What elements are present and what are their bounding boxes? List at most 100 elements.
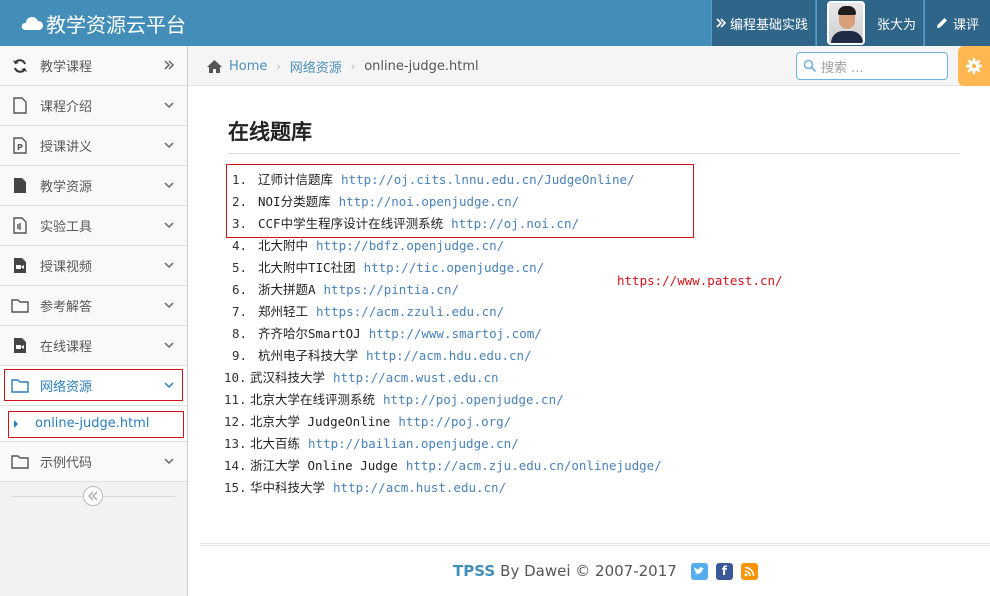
sidebar-item-label: 授课讲义 xyxy=(40,140,93,155)
list-number: 14. xyxy=(224,458,247,473)
file-filled-icon xyxy=(10,176,30,196)
judge-url-link[interactable]: http://tic.openjudge.cn/ xyxy=(364,260,545,275)
judge-name: 齐齐哈尔SmartOJ xyxy=(258,326,361,341)
sidebar-item-intro[interactable]: 课程介绍 xyxy=(0,86,187,126)
sidebar: 教学课程 课程介绍 P 授课讲义 教学资源 实验工具 授课视频 参考解答 在线课… xyxy=(0,46,188,596)
sidebar-item-resources[interactable]: 教学资源 xyxy=(0,166,187,206)
sidebar-item-label: 在线课程 xyxy=(40,340,93,355)
judge-url-link[interactable]: https://acm.zzuli.edu.cn/ xyxy=(316,304,504,319)
judge-link-item: 8. 齐齐哈尔SmartOJ http://www.smartoj.com/ xyxy=(232,323,662,345)
double-left-icon[interactable] xyxy=(83,486,103,506)
breadcrumb-home[interactable]: Home xyxy=(229,59,267,74)
top-navbar: 教学资源云平台 编程基础实践 张大为 课评 xyxy=(0,0,990,46)
user-menu[interactable]: 张大为 xyxy=(816,0,923,46)
sidebar-item-online-courses[interactable]: 在线课程 xyxy=(0,326,187,366)
sidebar-item-slides[interactable]: P 授课讲义 xyxy=(0,126,187,166)
footer-text: By Dawei © 2007-2017 xyxy=(500,562,677,580)
review-button[interactable]: 课评 xyxy=(924,0,990,46)
avatar xyxy=(827,1,865,45)
chevron-down-icon xyxy=(164,222,174,229)
chevron-down-icon xyxy=(164,142,174,149)
list-number: 7. xyxy=(232,304,248,319)
judge-name: 北京大学 JudgeOnline xyxy=(250,414,391,429)
sidebar-item-courses[interactable]: 教学课程 xyxy=(0,46,187,86)
facebook-icon[interactable]: f xyxy=(715,562,733,580)
double-chevron-right-icon xyxy=(164,60,175,70)
chevron-right-icon: › xyxy=(276,59,281,73)
judge-link-item: 12. 北京大学 JudgeOnline http://poj.org/ xyxy=(224,411,662,433)
list-number: 12. xyxy=(224,414,247,429)
judge-url-link[interactable]: http://poj.openjudge.cn/ xyxy=(383,392,564,407)
chevron-right-icon: › xyxy=(350,59,356,73)
sidebar-collapse-bar xyxy=(0,482,187,512)
chevron-down-icon xyxy=(164,302,174,309)
twitter-icon[interactable] xyxy=(690,562,708,580)
search-placeholder: 搜索 ... xyxy=(821,60,864,76)
judge-url-link[interactable]: http://acm.hdu.edu.cn/ xyxy=(366,348,532,363)
list-number: 9. xyxy=(232,348,248,363)
judge-name: 北大附中TIC社团 xyxy=(258,260,356,275)
judge-link-item: 7. 郑州轻工 https://acm.zzuli.edu.cn/ xyxy=(232,301,662,323)
sidebar-item-label: 参考解答 xyxy=(40,300,93,315)
review-label: 课评 xyxy=(953,17,980,33)
sidebar-item-label: 授课视频 xyxy=(40,260,93,275)
practice-menu-button[interactable]: 编程基础实践 xyxy=(711,0,815,46)
svg-text:P: P xyxy=(17,143,23,152)
file-icon xyxy=(10,96,30,116)
judge-name: 北大附中 xyxy=(258,238,309,253)
cloud-icon xyxy=(21,17,43,30)
sidebar-item-answers[interactable]: 参考解答 xyxy=(0,286,187,326)
judge-name: 华中科技大学 xyxy=(250,480,326,495)
sidebar-item-sample-code[interactable]: 示例代码 xyxy=(0,442,187,482)
video-file-icon xyxy=(10,336,30,356)
judge-url-link[interactable]: http://acm.wust.edu.cn xyxy=(333,370,499,385)
sidebar-item-lab-tools[interactable]: 实验工具 xyxy=(0,206,187,246)
list-number: 15. xyxy=(224,480,247,495)
list-number: 8. xyxy=(232,326,248,341)
judge-url-link[interactable]: http://www.smartoj.com/ xyxy=(369,326,542,341)
judge-url-link[interactable]: http://poj.org/ xyxy=(398,414,511,429)
list-number: 4. xyxy=(232,238,248,253)
judge-link-item: 10. 武汉科技大学 http://acm.wust.edu.cn xyxy=(224,367,662,389)
judge-link-item: 11. 北京大学在线评测系统 http://poj.openjudge.cn/ xyxy=(224,389,662,411)
judge-name: 北大百练 xyxy=(250,436,301,451)
judge-name: 杭州电子科技大学 xyxy=(258,348,359,363)
sidebar-item-label: 教学资源 xyxy=(40,180,93,195)
list-number: 11. xyxy=(224,392,247,407)
sidebar-item-label: 示例代码 xyxy=(40,456,93,471)
sidebar-item-label: 课程介绍 xyxy=(40,100,93,115)
sidebar-item-label: 实验工具 xyxy=(40,220,93,235)
pencil-icon xyxy=(937,18,947,28)
list-number: 5. xyxy=(232,260,248,275)
title-divider xyxy=(228,153,960,154)
breadcrumb: Home › 网络资源 › online-judge.html xyxy=(206,46,479,86)
judge-url-link[interactable]: http://acm.zju.edu.cn/onlinejudge/ xyxy=(406,458,662,473)
powerpoint-file-icon: P xyxy=(10,136,30,156)
brand-logo[interactable]: 教学资源云平台 xyxy=(20,0,186,46)
judge-name: 北京大学在线评测系统 xyxy=(250,392,376,407)
judge-url-link[interactable]: https://pintia.cn/ xyxy=(324,282,459,297)
breadcrumb-section[interactable]: 网络资源 xyxy=(290,57,342,76)
footer-divider xyxy=(200,543,990,546)
folder-icon xyxy=(10,452,30,472)
user-name: 张大为 xyxy=(877,17,917,33)
highlight-box-top-links xyxy=(226,164,694,238)
breadcrumb-bar: Home › 网络资源 › online-judge.html 搜索 ... xyxy=(188,46,990,86)
search-icon xyxy=(803,59,817,73)
judge-url-link[interactable]: http://acm.hust.edu.cn/ xyxy=(333,480,506,495)
brand-title: 教学资源云平台 xyxy=(46,12,186,37)
highlight-box-web-resources xyxy=(4,369,183,401)
highlight-box-online-judge xyxy=(8,411,184,438)
double-right-icon xyxy=(716,18,726,28)
search-input[interactable]: 搜索 ... xyxy=(796,52,948,80)
judge-url-link[interactable]: http://bailian.openjudge.cn/ xyxy=(308,436,519,451)
breadcrumb-current: online-judge.html xyxy=(364,58,479,74)
chevron-down-icon xyxy=(164,458,174,465)
gear-icon xyxy=(966,58,982,74)
judge-url-link[interactable]: http://bdfz.openjudge.cn/ xyxy=(316,238,504,253)
rss-icon[interactable] xyxy=(740,562,758,580)
sidebar-item-videos[interactable]: 授课视频 xyxy=(0,246,187,286)
practice-label: 编程基础实践 xyxy=(730,17,809,33)
judge-link-item: 9. 杭州电子科技大学 http://acm.hdu.edu.cn/ xyxy=(232,345,662,367)
settings-button[interactable] xyxy=(958,46,990,86)
